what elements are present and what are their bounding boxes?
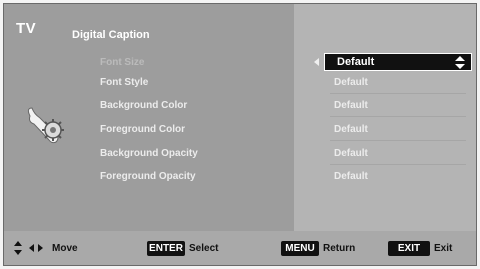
right-panel (294, 4, 476, 231)
row-divider (330, 140, 466, 141)
row-divider (330, 164, 466, 165)
setting-label: Font Style (100, 77, 149, 88)
setting-value: Default (334, 124, 368, 135)
font-size-selector[interactable]: Default (324, 53, 472, 71)
setting-value: Default (334, 148, 368, 159)
source-label: TV (16, 20, 37, 37)
setting-row-foreground-color[interactable]: Foreground Color Default (4, 121, 476, 141)
footer-help-bar: Move ENTER Select MENU Return EXIT Exit (4, 231, 476, 265)
up-down-arrow-icon[interactable] (455, 56, 465, 69)
select-label: Select (189, 243, 219, 254)
setting-row-foreground-opacity[interactable]: Foreground Opacity Default (4, 168, 476, 188)
setting-label: Background Opacity (100, 148, 198, 159)
menu-key[interactable]: MENU (281, 241, 319, 256)
setting-row-font-style[interactable]: Font Style Default (4, 74, 476, 94)
setting-row-background-color[interactable]: Background Color Default (4, 97, 476, 117)
setting-value: Default (334, 77, 368, 88)
setting-label: Font Size (100, 57, 145, 68)
exit-label: Exit (434, 243, 453, 254)
left-arrow-icon[interactable] (314, 58, 319, 66)
menu-title: Digital Caption (72, 29, 150, 41)
row-divider (330, 116, 466, 117)
exit-key[interactable]: EXIT (388, 241, 430, 256)
setting-value: Default (334, 100, 368, 111)
setting-value: Default (334, 171, 368, 182)
setting-row-background-opacity[interactable]: Background Opacity Default (4, 145, 476, 165)
move-label: Move (52, 243, 78, 254)
selected-value: Default (337, 56, 375, 68)
navigation-arrows-icon (14, 241, 43, 255)
row-divider (330, 93, 466, 94)
setting-label: Foreground Color (100, 124, 185, 135)
enter-key[interactable]: ENTER (147, 241, 185, 256)
caption-menu-screen: TV Digital Caption Font Size Default Fon… (3, 3, 477, 266)
return-label: Return (323, 243, 356, 254)
setting-label: Foreground Opacity (100, 171, 196, 182)
setting-label: Background Color (100, 100, 188, 111)
